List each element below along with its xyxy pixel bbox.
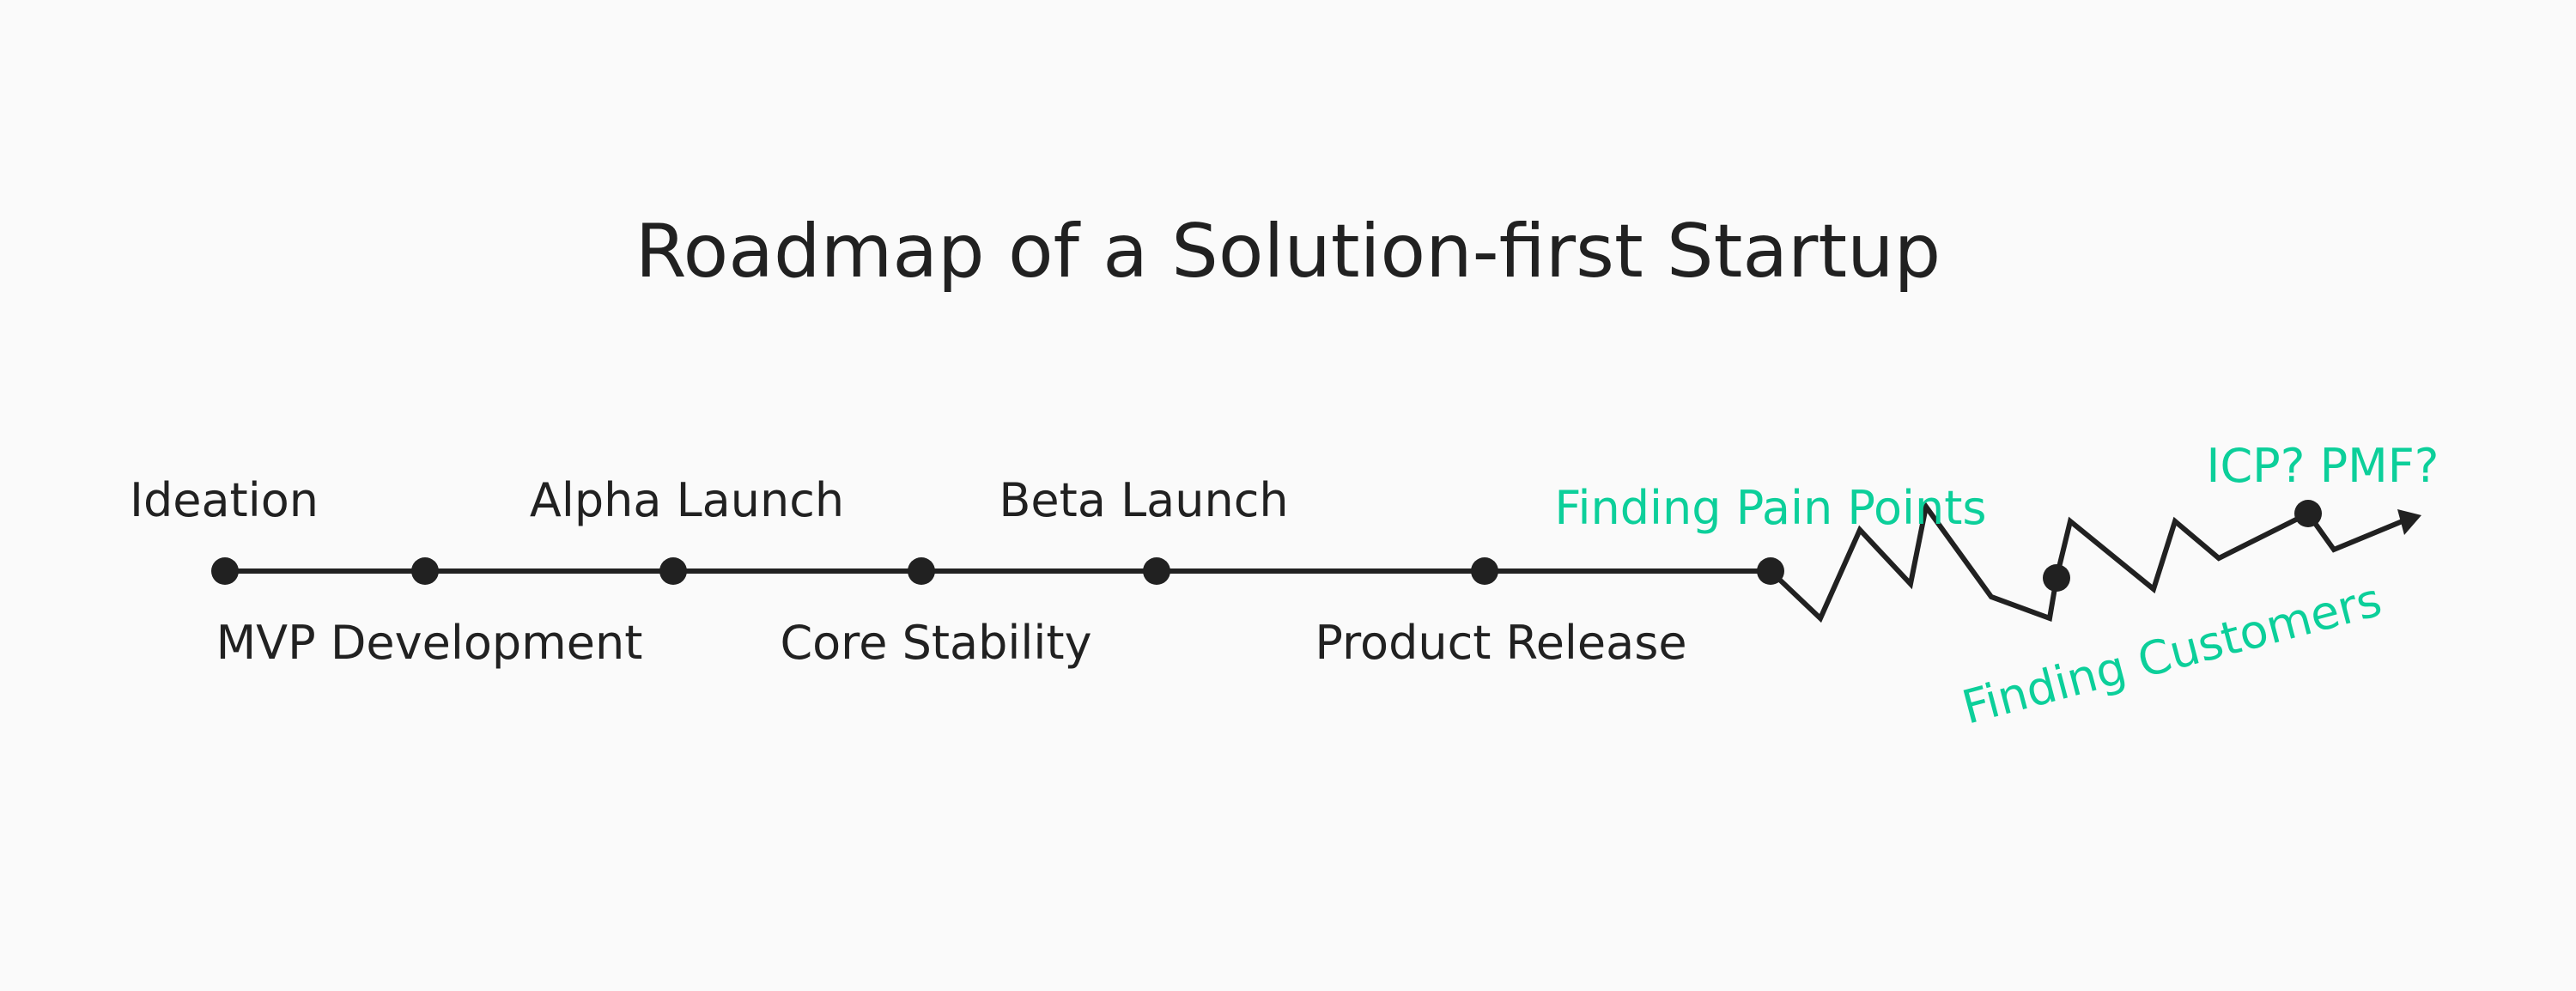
milestone-dot-finding-pain-points bbox=[1757, 557, 1784, 585]
milestone-label-mvp-development: MVP Development bbox=[216, 616, 643, 670]
milestone-dot-mvp-development bbox=[411, 557, 439, 585]
milestone-dot-alpha-launch bbox=[659, 557, 687, 585]
milestone-dot-icp-pmf bbox=[2294, 500, 2322, 527]
milestone-dot-core-stability bbox=[908, 557, 935, 585]
arrow-right-icon bbox=[2397, 509, 2421, 535]
milestone-label-finding-pain-points: Finding Pain Points bbox=[1554, 481, 1986, 535]
milestone-label-ideation: Ideation bbox=[130, 473, 319, 527]
milestone-label-icp-pmf: ICP? PMF? bbox=[2207, 439, 2439, 493]
milestone-dot-product-release bbox=[1471, 557, 1498, 585]
diagram-title: Roadmap of a Solution-first Startup bbox=[635, 209, 1941, 295]
milestone-label-beta-launch: Beta Launch bbox=[999, 473, 1288, 527]
milestone-label-finding-customers: Finding Customers bbox=[1957, 573, 2387, 735]
milestone-label-product-release: Product Release bbox=[1315, 616, 1686, 670]
milestone-dot-ideation bbox=[211, 557, 239, 585]
milestone-label-alpha-launch: Alpha Launch bbox=[530, 473, 844, 527]
milestone-label-core-stability: Core Stability bbox=[780, 616, 1091, 670]
roadmap-diagram: Roadmap of a Solution-first Startup Idea… bbox=[130, 209, 2439, 735]
milestone-dot-finding-customers bbox=[2043, 564, 2070, 592]
milestone-dot-beta-launch bbox=[1143, 557, 1170, 585]
